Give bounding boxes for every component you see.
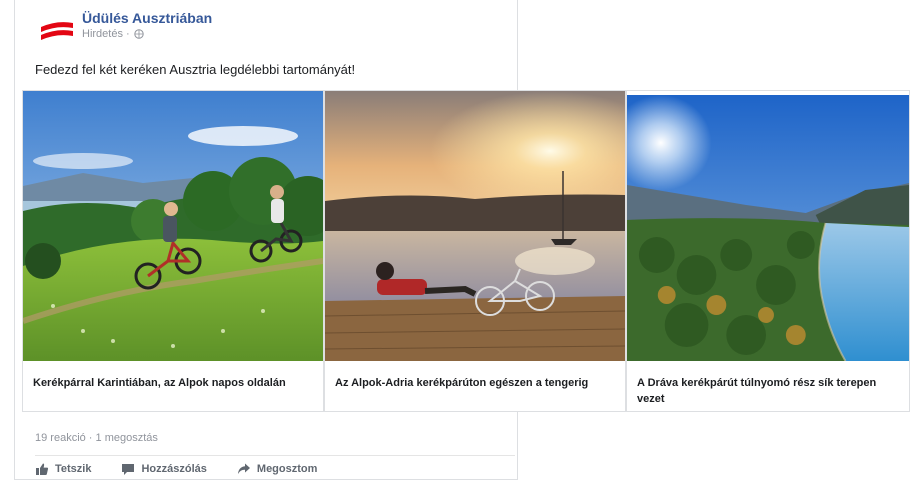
austria-flag-logo-icon[interactable] bbox=[39, 21, 75, 43]
reaction-share-count[interactable]: 19 reakció · 1 megosztás bbox=[35, 432, 158, 444]
card-image-cyclists[interactable] bbox=[23, 91, 323, 361]
card-caption-2[interactable]: Az Alpok-Adria kerékpárúton egészen a te… bbox=[335, 375, 615, 391]
like-label: Tetszik bbox=[55, 463, 92, 475]
share-button[interactable]: Megosztom bbox=[237, 462, 318, 476]
comment-label: Hozzászólás bbox=[141, 463, 207, 475]
card-image-river-valley[interactable] bbox=[627, 95, 909, 361]
page-name-link[interactable]: Üdülés Ausztriában bbox=[82, 10, 212, 26]
sponsored-label: Hirdetés · bbox=[82, 28, 144, 40]
post-message: Fedezd fel két keréken Ausztria legdéleb… bbox=[35, 62, 356, 77]
thumbs-up-icon bbox=[36, 463, 49, 475]
like-button[interactable]: Tetszik bbox=[35, 462, 91, 476]
globe-icon bbox=[133, 29, 144, 39]
sponsored-text: Hirdetés · bbox=[82, 28, 130, 40]
comment-icon bbox=[122, 464, 135, 475]
card-caption-1[interactable]: Kerékpárral Karintiában, az Alpok napos … bbox=[33, 375, 313, 391]
share-label: Megosztom bbox=[256, 463, 318, 475]
card-caption-3[interactable]: A Dráva kerékpárút túlnyomó rész sík ter… bbox=[637, 375, 899, 407]
share-arrow-icon bbox=[237, 463, 250, 474]
comment-button[interactable]: Hozzászólás bbox=[121, 462, 207, 476]
carousel: Kerékpárral Karintiában, az Alpok napos … bbox=[22, 90, 910, 412]
carousel-card-1[interactable]: Kerékpárral Karintiában, az Alpok napos … bbox=[22, 90, 324, 412]
post-actions-bar: Tetszik Hozzászólás Megosztom bbox=[35, 459, 515, 479]
actions-divider bbox=[35, 455, 515, 456]
carousel-card-2[interactable]: Az Alpok-Adria kerékpárúton egészen a te… bbox=[324, 90, 626, 412]
carousel-card-3[interactable]: A Dráva kerékpárút túlnyomó rész sík ter… bbox=[626, 90, 910, 412]
card-image-sunset-pier[interactable] bbox=[325, 91, 625, 361]
